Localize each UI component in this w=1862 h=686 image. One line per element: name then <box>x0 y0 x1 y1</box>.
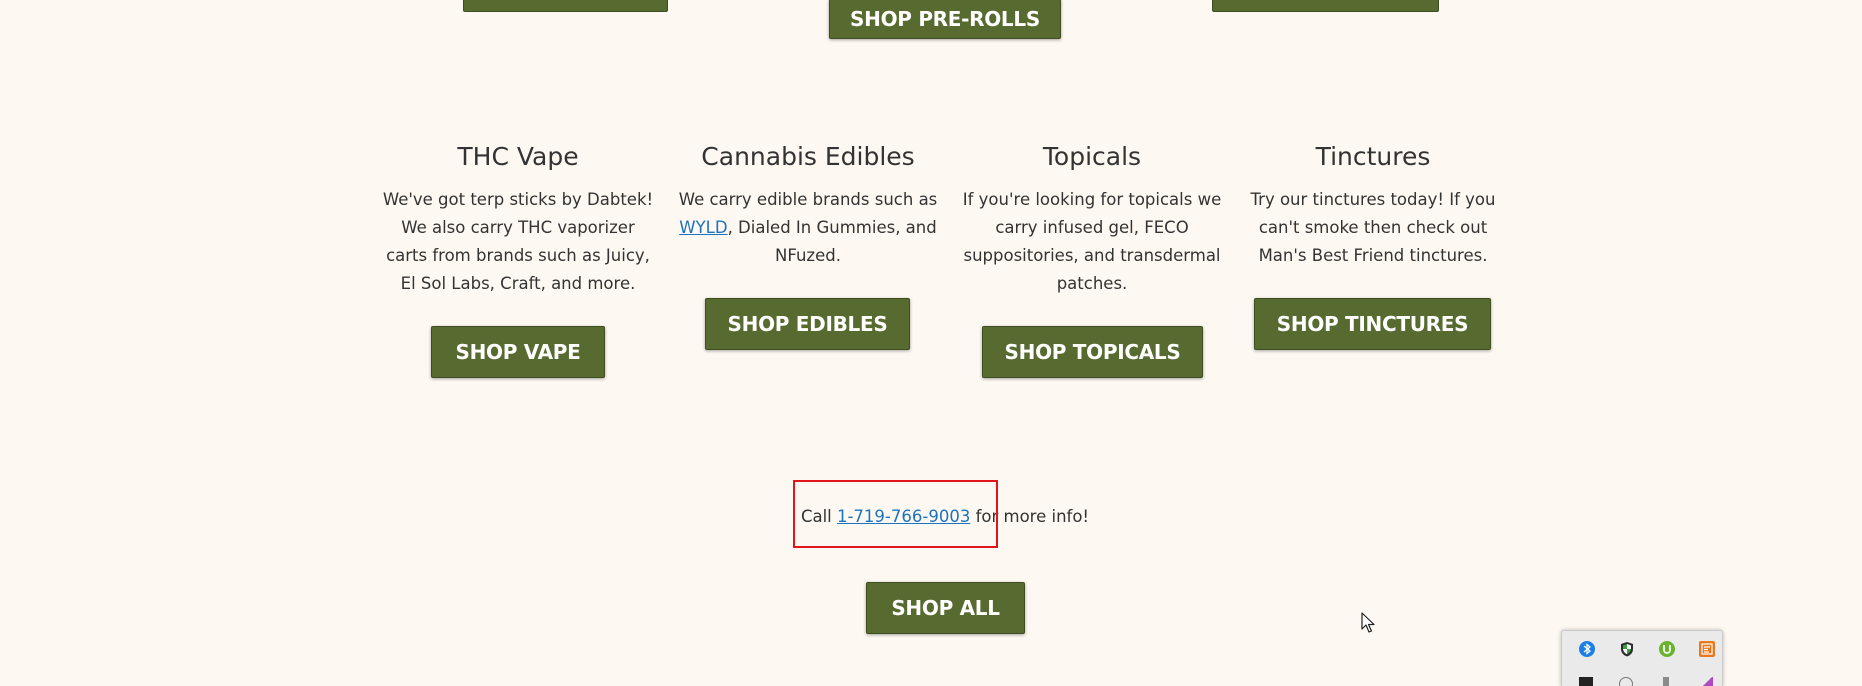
category-title: THC Vape <box>457 142 579 171</box>
shop-vape-button[interactable]: SHOP VAPE <box>431 326 605 378</box>
system-tray-overflow <box>1561 630 1723 686</box>
app-orange-icon[interactable] <box>1699 641 1715 657</box>
category-title: Topicals <box>1042 142 1142 171</box>
category-thc-vape: THC Vape We've got terp sticks by Dabtek… <box>382 142 654 298</box>
category-title: Cannabis Edibles <box>701 142 915 171</box>
utorrent-icon[interactable] <box>1659 641 1675 657</box>
category-topicals: Topicals If you're looking for topicals … <box>957 142 1227 298</box>
cutoff-button-right[interactable] <box>1212 0 1439 12</box>
category-description: Try our tinctures today! If you can't sm… <box>1250 190 1496 265</box>
category-description: We've got terp sticks by Dabtek! We also… <box>382 190 654 293</box>
category-description: If you're looking for topicals we carry … <box>962 190 1222 293</box>
shop-topicals-button[interactable]: SHOP TOPICALS <box>982 326 1203 378</box>
tray-icon-circle[interactable] <box>1619 677 1633 686</box>
highlight-box <box>793 480 998 548</box>
shop-pre-rolls-button[interactable]: SHOP PRE-ROLLS <box>829 0 1061 39</box>
category-cannabis-edibles: Cannabis Edibles We carry edible brands … <box>670 142 946 270</box>
wyld-link[interactable]: WYLD <box>679 218 727 237</box>
tray-icon-dark[interactable] <box>1579 677 1593 686</box>
shop-edibles-button[interactable]: SHOP EDIBLES <box>705 298 910 350</box>
description-text: We carry edible brands such as <box>678 190 938 209</box>
shop-tinctures-button[interactable]: SHOP TINCTURES <box>1254 298 1491 350</box>
mouse-cursor-icon <box>1361 612 1375 633</box>
category-title: Tinctures <box>1315 142 1431 171</box>
category-tinctures: Tinctures Try our tinctures today! If yo… <box>1245 142 1501 270</box>
category-description: We carry edible brands such as WYLD, Dia… <box>670 186 946 270</box>
tray-icon-purple[interactable] <box>1699 677 1713 686</box>
shop-all-button[interactable]: SHOP ALL <box>866 582 1025 634</box>
bluetooth-icon[interactable] <box>1579 641 1595 657</box>
security-shield-icon[interactable] <box>1619 641 1635 657</box>
description-text: , Dialed In Gummies, and NFuzed. <box>727 218 937 265</box>
cutoff-button-left[interactable] <box>463 0 668 12</box>
tray-icon-gray[interactable] <box>1663 677 1669 686</box>
